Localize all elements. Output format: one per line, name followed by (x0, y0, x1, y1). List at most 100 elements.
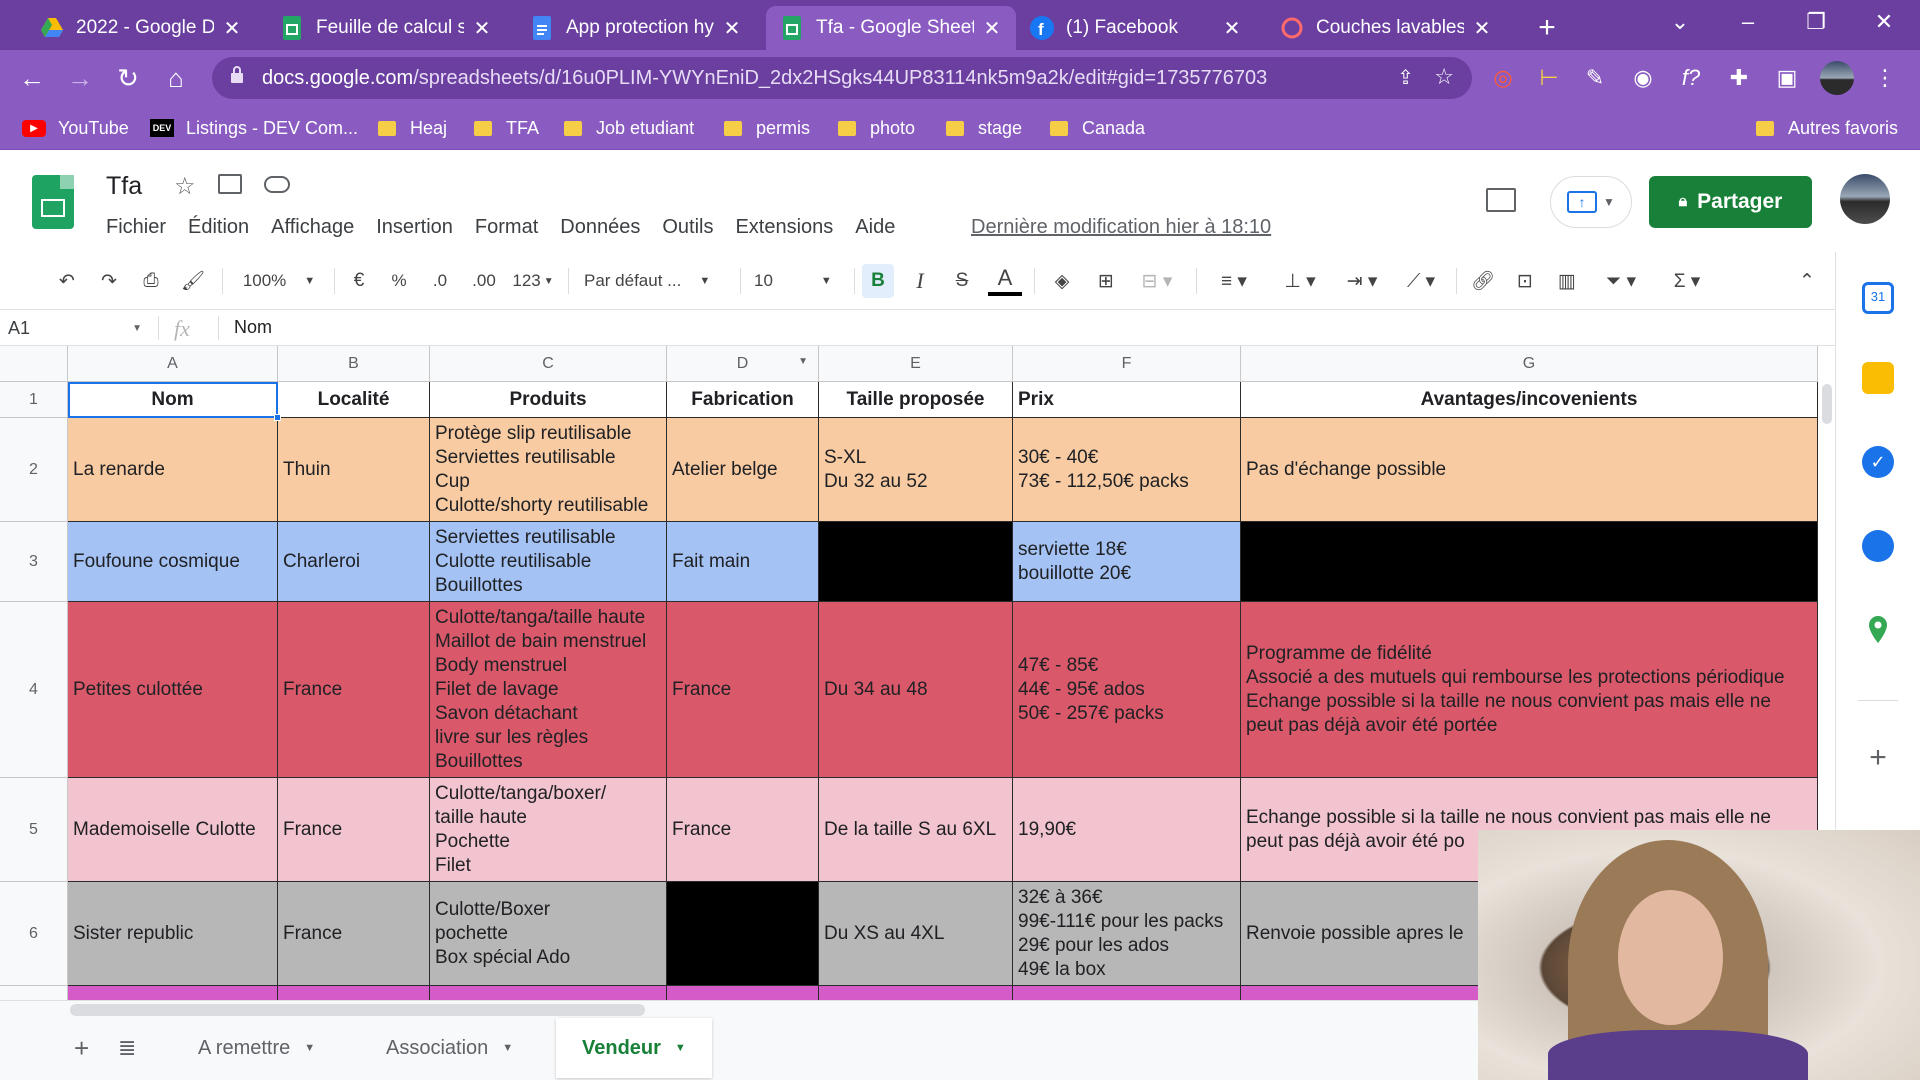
column-header-b[interactable]: B (278, 346, 430, 382)
percent-format-button[interactable]: % (384, 264, 414, 298)
table-cell[interactable] (819, 986, 1013, 1000)
maps-icon[interactable] (1862, 614, 1894, 646)
row-header-6[interactable]: 6 (0, 882, 68, 986)
sidebar-toggle-icon[interactable]: ▣ (1770, 60, 1804, 96)
share-page-icon[interactable]: ⇪ (1397, 65, 1414, 90)
formula-input[interactable]: Nom (234, 317, 272, 338)
table-cell[interactable] (667, 882, 819, 986)
italic-button[interactable]: I (904, 264, 936, 298)
table-cell[interactable]: Du 34 au 48 (819, 602, 1013, 778)
reload-icon[interactable]: ↻ (108, 58, 148, 98)
table-cell[interactable] (430, 986, 667, 1000)
strikethrough-button[interactable]: S (946, 264, 978, 298)
column-header-f[interactable]: F (1013, 346, 1241, 382)
table-cell[interactable]: Culotte/tanga/boxer/ taille haute Pochet… (430, 778, 667, 882)
table-cell[interactable]: Atelier belge (667, 418, 819, 522)
table-cell[interactable]: Culotte/tanga/taille haute Maillot de ba… (430, 602, 667, 778)
insert-chart-icon[interactable]: ▥ (1550, 264, 1584, 298)
table-cell[interactable]: 19,90€ (1013, 778, 1241, 882)
pen-extension-icon[interactable]: ✎ (1578, 60, 1612, 96)
row-header-3[interactable]: 3 (0, 522, 68, 602)
document-title[interactable]: Tfa (106, 172, 142, 201)
bookmark-permis[interactable]: permis (724, 114, 810, 142)
insert-comment-icon[interactable]: ⊡ (1508, 264, 1542, 298)
header-cell[interactable]: Fabrication (667, 382, 819, 418)
merge-cells-icon[interactable]: ⊟ ▾ (1132, 264, 1182, 298)
extension-icon[interactable]: ⊢ (1532, 60, 1566, 96)
bookmark-heaj[interactable]: Heaj (378, 114, 447, 142)
bookmark-other[interactable]: Autres favoris (1756, 114, 1898, 142)
table-cell[interactable]: Protège slip reutilisable Serviettes reu… (430, 418, 667, 522)
new-tab-button[interactable]: + (1522, 6, 1572, 50)
table-cell[interactable]: Charleroi (278, 522, 430, 602)
restore-icon[interactable]: ❐ (1786, 0, 1846, 44)
menu-donnees[interactable]: Données (560, 216, 640, 239)
row-header-4[interactable]: 4 (0, 602, 68, 778)
name-box[interactable]: A1 ▼ (8, 314, 148, 342)
keep-icon[interactable] (1862, 362, 1894, 394)
header-cell[interactable]: Localité (278, 382, 430, 418)
header-cell[interactable]: Avantages/incovenients (1241, 382, 1818, 418)
header-cell[interactable]: Nom (68, 382, 278, 418)
header-cell[interactable]: Prix (1013, 382, 1241, 418)
close-icon[interactable]: ✕ (472, 16, 492, 41)
table-cell[interactable] (68, 986, 278, 1000)
select-all-corner[interactable] (0, 346, 68, 382)
calendar-icon[interactable]: 31 (1862, 282, 1894, 314)
add-addon-icon[interactable]: + (1862, 742, 1894, 774)
extension-icon[interactable]: ◉ (1626, 60, 1660, 96)
table-cell[interactable]: Sister republic (68, 882, 278, 986)
table-cell[interactable]: S-XL Du 32 au 52 (819, 418, 1013, 522)
filter-icon[interactable]: ⏷ ▾ (1594, 264, 1648, 298)
table-cell[interactable] (1241, 522, 1818, 602)
table-cell[interactable]: France (667, 778, 819, 882)
row-header-1[interactable]: 1 (0, 382, 68, 418)
browser-tab-active[interactable]: Tfa - Google Sheets ✕ (766, 6, 1016, 50)
close-icon[interactable]: ✕ (1472, 16, 1492, 41)
menu-extensions[interactable]: Extensions (735, 216, 833, 239)
tasks-icon[interactable]: ✓ (1862, 446, 1894, 478)
align-horizontal-icon[interactable]: ≡ ▾ (1212, 264, 1256, 298)
menu-outils[interactable]: Outils (662, 216, 713, 239)
close-icon[interactable]: ✕ (1222, 16, 1242, 41)
row-header-2[interactable]: 2 (0, 418, 68, 522)
filter-dropdown-icon[interactable]: ▼ (798, 356, 808, 367)
bookmark-youtube[interactable]: ▶ YouTube (22, 114, 129, 142)
table-cell[interactable]: Mademoiselle Culotte (68, 778, 278, 882)
browser-tab-sheet1[interactable]: Feuille de calcul sa ✕ (266, 6, 506, 50)
header-cell[interactable]: Taille proposée (819, 382, 1013, 418)
header-cell[interactable]: Produits (430, 382, 667, 418)
column-header-g[interactable]: G (1241, 346, 1818, 382)
undo-icon[interactable]: ↶ (50, 264, 84, 298)
collapse-toolbar-icon[interactable]: ⌃ (1790, 264, 1824, 298)
puzzle-icon[interactable]: ✚ (1722, 60, 1756, 96)
text-color-button[interactable]: A (988, 264, 1022, 296)
sheet-tab-a-remettre[interactable]: A remettre ▼ (198, 1018, 315, 1078)
table-cell[interactable]: serviette 18€ bouillotte 20€ (1013, 522, 1241, 602)
table-cell[interactable] (819, 522, 1013, 602)
back-icon[interactable]: ← (12, 58, 52, 98)
row-header-5[interactable]: 5 (0, 778, 68, 882)
more-menu-icon[interactable]: ⋮ (1868, 60, 1902, 96)
vertical-scrollbar[interactable] (1822, 384, 1832, 424)
bold-button[interactable]: B (862, 264, 894, 298)
close-icon[interactable]: ✕ (722, 16, 742, 41)
menu-format[interactable]: Format (475, 216, 538, 239)
home-icon[interactable]: ⌂ (156, 58, 196, 98)
increase-decimal-button[interactable]: .00 (464, 264, 504, 298)
table-cell[interactable]: La renarde (68, 418, 278, 522)
close-icon[interactable]: ✕ (982, 16, 1002, 41)
profile-avatar[interactable] (1820, 61, 1854, 95)
table-cell[interactable]: Petites culottée (68, 602, 278, 778)
menu-aide[interactable]: Aide (855, 216, 895, 239)
tab-search-icon[interactable]: ⌄ (1650, 0, 1710, 44)
table-cell[interactable]: 47€ - 85€ 44€ - 95€ ados 50€ - 257€ pack… (1013, 602, 1241, 778)
move-folder-icon[interactable] (218, 174, 242, 194)
comments-icon[interactable] (1486, 188, 1516, 212)
table-cell[interactable]: Thuin (278, 418, 430, 522)
column-header-d[interactable]: D ▼ (667, 346, 819, 382)
font-size-select[interactable]: 10 ▼ (754, 264, 844, 298)
table-cell[interactable]: 32€ à 36€ 99€-111€ pour les packs 29€ po… (1013, 882, 1241, 986)
column-header-c[interactable]: C (430, 346, 667, 382)
decrease-decimal-button[interactable]: .0 (422, 264, 458, 298)
